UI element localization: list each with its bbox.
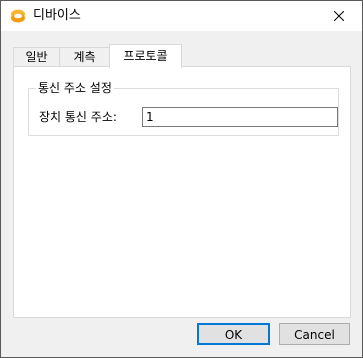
tab-measurement[interactable]: 계측 bbox=[59, 47, 110, 67]
device-address-label: 장치 통신 주소: bbox=[39, 110, 117, 124]
cancel-button[interactable]: Cancel bbox=[279, 323, 350, 345]
close-button[interactable] bbox=[316, 1, 362, 31]
app-logo-icon bbox=[11, 9, 25, 23]
ok-button[interactable]: OK bbox=[197, 323, 270, 345]
device-address-input[interactable] bbox=[142, 107, 338, 127]
address-settings-group: 통신 주소 설정 장치 통신 주소: bbox=[28, 80, 339, 136]
title-bar: 디바이스 bbox=[1, 1, 362, 31]
group-title: 통신 주소 설정 bbox=[36, 80, 114, 96]
close-icon bbox=[334, 11, 344, 21]
window-title: 디바이스 bbox=[33, 8, 81, 23]
tab-protocol[interactable]: 프로토콜 bbox=[109, 44, 182, 68]
protocol-panel: 통신 주소 설정 장치 통신 주소: bbox=[13, 66, 351, 318]
device-dialog: 디바이스 일반 계측 프로토콜 통신 주소 설정 장치 통신 주소: OK Ca… bbox=[0, 0, 363, 358]
tab-general[interactable]: 일반 bbox=[13, 47, 60, 67]
